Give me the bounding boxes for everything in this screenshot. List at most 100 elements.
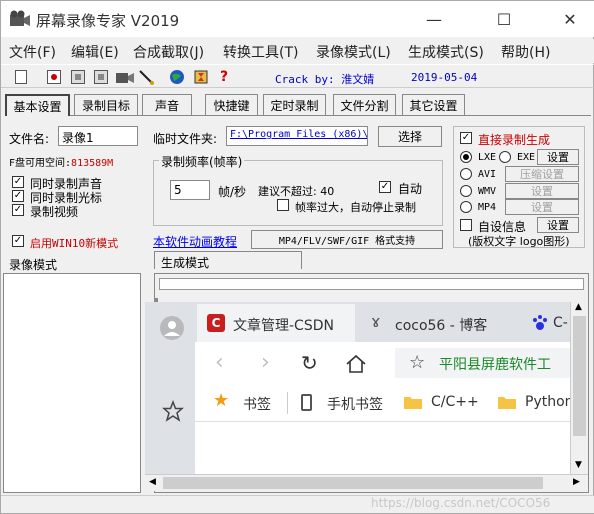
camera-icon[interactable] <box>115 70 135 84</box>
wmv-label: WMV <box>478 186 497 197</box>
menu-record-mode[interactable]: 录像模式(L) <box>316 42 391 62</box>
browser-sidebar <box>145 302 195 474</box>
audio-checkbox[interactable]: ✓ <box>12 176 24 188</box>
radio-lxe[interactable] <box>460 151 472 163</box>
radio-exe[interactable] <box>499 151 511 163</box>
generate-mode-label: 生成模式 <box>161 256 210 270</box>
browser-tab-2-title: coco56 - 博客 <box>395 318 488 334</box>
scroll-down-icon[interactable]: ▼ <box>575 460 582 470</box>
disk-space-caption: F盘可用空间: <box>9 158 72 169</box>
fps-unit: 帧/秒 <box>218 185 247 199</box>
custom-info-checkbox[interactable] <box>460 219 472 231</box>
tab-other[interactable]: 其它设置 <box>402 94 465 116</box>
forward-icon[interactable]: › <box>261 350 270 375</box>
select-folder-button[interactable]: 选择 <box>378 126 442 147</box>
crack-by-text: Crack by: 淮文婧 <box>275 73 375 86</box>
auto-checkbox[interactable]: ✓ <box>379 181 391 193</box>
vertical-scroll-thumb[interactable] <box>573 316 586 436</box>
tab-target[interactable]: 录制目标 <box>74 94 138 116</box>
menu-help[interactable]: 帮助(H) <box>501 42 550 62</box>
reload-icon[interactable]: ↻ <box>301 351 318 375</box>
fps-input[interactable]: 5 <box>170 180 210 200</box>
favorite-star-icon[interactable] <box>162 400 184 422</box>
bookmark-item-4[interactable]: Python <box>525 394 574 410</box>
direct-record-checkbox[interactable]: ✓ <box>460 132 472 144</box>
minimize-button[interactable]: — <box>411 1 457 37</box>
browser-tab-3[interactable]: C- <box>525 304 570 342</box>
mobile-icon <box>301 394 312 411</box>
fps-stop-label: 帧率过大，自动停止录制 <box>295 201 416 214</box>
wmv-settings-button[interactable]: 设置 <box>505 183 579 199</box>
bookmarks-star-icon: ★ <box>213 390 230 411</box>
preview-ruler <box>159 278 584 290</box>
pen-icon[interactable] <box>138 69 156 85</box>
maximize-button[interactable]: ☐ <box>481 1 527 37</box>
tab-hotkey[interactable]: 快捷键 <box>205 94 258 116</box>
menu-generate-mode[interactable]: 生成模式(S) <box>408 42 484 62</box>
radio-wmv[interactable] <box>460 185 472 197</box>
watermark-text: https://blog.csdn.net/COCO56 <box>371 496 551 510</box>
scroll-left-icon[interactable]: ◀ <box>149 477 156 487</box>
bookmark-item-1[interactable]: 书签 <box>243 394 271 414</box>
generate-mode-tab[interactable]: 生成模式 <box>154 251 302 270</box>
address-text: 平阳县屏鹿软件工 <box>439 357 551 373</box>
menu-bar: 文件(F) 编辑(E) 合成截取(J) 转换工具(T) 录像模式(L) 生成模式… <box>1 39 594 63</box>
lxe-settings-button[interactable]: 设置 <box>537 149 579 165</box>
browser-tab-2[interactable]: ɤ coco56 - 博客 <box>363 304 513 342</box>
tempdir-label: 临时文件夹: <box>153 132 218 146</box>
win10-checkbox[interactable]: ✓ <box>12 235 24 247</box>
new-file-icon[interactable] <box>15 70 27 84</box>
toolbar-date: 2019-05-04 <box>411 71 478 84</box>
browser-tab-1-title: 文章管理-CSDN <box>233 318 334 334</box>
exe-label: EXE <box>517 152 536 163</box>
baidu-paw-icon <box>533 315 547 330</box>
menu-file[interactable]: 文件(F) <box>9 42 56 62</box>
close-button[interactable]: ✕ <box>547 1 593 37</box>
globe-icon[interactable] <box>169 69 185 85</box>
filename-input[interactable]: 录像1 <box>58 126 138 146</box>
tempdir-input[interactable]: F:\Program Files (x86)\ <box>226 126 368 146</box>
compress-settings-button[interactable]: 压缩设置 <box>505 166 579 182</box>
radio-avi[interactable] <box>460 168 472 180</box>
custom-info-settings-button[interactable]: 设置 <box>537 217 579 233</box>
formats-button[interactable]: MP4/FLV/SWF/GIF 格式支持 <box>251 230 443 249</box>
address-bar[interactable]: ☆ 平阳县屏鹿软件工 <box>395 348 570 378</box>
pause-icon[interactable] <box>94 70 108 84</box>
help-icon[interactable]: ? <box>215 68 233 86</box>
radio-mp4[interactable] <box>460 201 472 213</box>
vertical-scrollbar[interactable]: ▲ ▼ <box>570 302 588 474</box>
horizontal-scroll-thumb[interactable] <box>163 477 543 489</box>
scroll-up-icon[interactable]: ▲ <box>575 302 582 312</box>
fps-stop-checkbox[interactable] <box>277 199 289 211</box>
record-icon[interactable] <box>47 70 61 84</box>
cursor-checkbox[interactable]: ✓ <box>12 190 24 202</box>
hourglass-icon[interactable] <box>193 69 211 85</box>
tutorial-link[interactable]: 本软件动画教程 <box>153 233 237 250</box>
horizontal-scrollbar[interactable]: ◀ ▶ <box>145 474 588 491</box>
tab-split[interactable]: 文件分割 <box>333 94 396 116</box>
tab-basic[interactable]: 基本设置 <box>5 94 70 116</box>
menu-edit[interactable]: 编辑(E) <box>71 42 119 62</box>
stop-icon[interactable] <box>71 70 85 84</box>
home-icon[interactable] <box>345 354 367 374</box>
scroll-right-icon[interactable]: ▶ <box>573 477 580 487</box>
video-label: 录制视频 <box>30 205 79 219</box>
video-checkbox[interactable]: ✓ <box>12 204 24 216</box>
record-mode-list[interactable] <box>3 273 141 493</box>
filename-label: 文件名: <box>9 132 50 146</box>
menu-compose[interactable]: 合成截取(J) <box>133 42 204 62</box>
menu-convert[interactable]: 转换工具(T) <box>223 42 298 62</box>
bookmark-item-3[interactable]: C/C++ <box>431 394 479 410</box>
bookmark-item-2[interactable]: 手机书签 <box>327 394 383 414</box>
tab-sound[interactable]: 声音 <box>142 94 192 116</box>
browser-tab-1[interactable]: C 文章管理-CSDN <box>197 304 355 342</box>
disk-space-label: F盘可用空间:813589M <box>9 154 113 169</box>
win10-label: 启用WIN10新模式 <box>30 237 119 250</box>
avatar-icon[interactable] <box>160 316 184 340</box>
bookmark-star-icon[interactable]: ☆ <box>409 352 425 373</box>
mp4-settings-button[interactable]: 设置 <box>505 199 579 215</box>
copyright-note: (版权文字 logo图形) <box>468 235 570 248</box>
back-icon[interactable]: ‹ <box>215 350 224 375</box>
tab-timer[interactable]: 定时录制 <box>263 94 326 116</box>
folder-icon-2 <box>498 397 516 409</box>
